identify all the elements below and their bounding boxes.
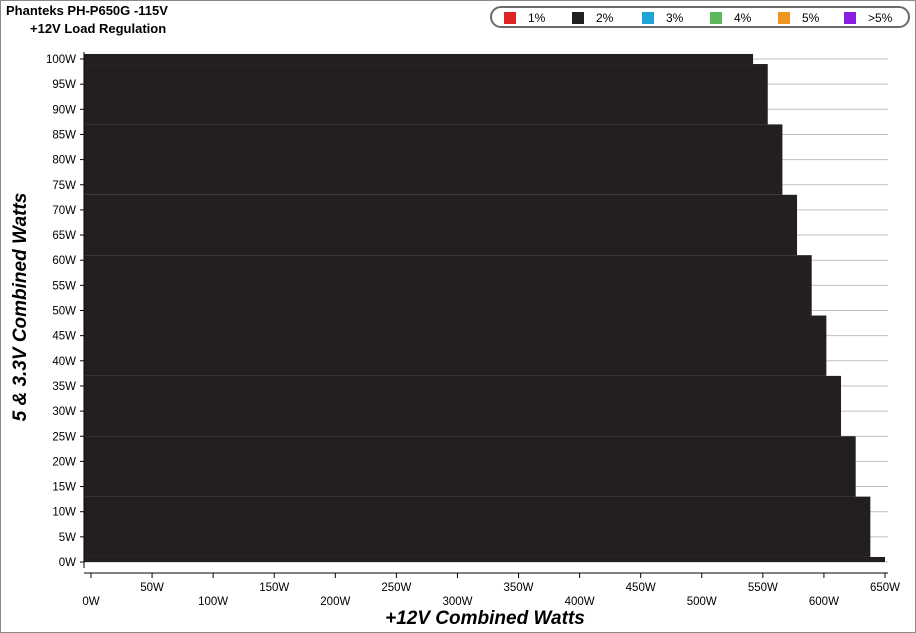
plot-area: 0W 5W 10W 15W 20W 25W 30W 35W 40W 45W 50W 55W 60W 65W… [46, 52, 900, 608]
x-tick-label: 150W [259, 582, 289, 594]
y-tick-label: 5W [59, 532, 76, 544]
data-step [84, 315, 827, 376]
y-tick-label: 30W [52, 406, 76, 418]
x-tick-label: 450W [626, 582, 656, 594]
x-tick-label: 100W [198, 596, 228, 608]
y-tick-label: 75W [52, 180, 76, 192]
y-tick-label: 80W [52, 155, 76, 167]
x-tick-label: 600W [809, 596, 839, 608]
y-tick-label: 95W [52, 79, 76, 91]
y-tick-label: 45W [52, 331, 76, 343]
y-tick-label: 20W [52, 456, 76, 468]
data-region [84, 53, 885, 562]
data-step [84, 124, 783, 195]
data-step [84, 255, 812, 316]
y-tick-label: 40W [52, 356, 76, 368]
x-tick-label: 350W [504, 582, 534, 594]
y-tick-label: 0W [59, 557, 76, 569]
x-tick-label: 50W [140, 582, 164, 594]
data-step [84, 556, 885, 562]
x-ticks: 0W 50W 100W 150W 200W 250W 300W 350W 400W 450W 500… [82, 582, 900, 608]
data-step [84, 496, 871, 557]
data-step [84, 436, 856, 497]
y-axis-label: 5 & 3.3V Combined Watts [10, 192, 31, 422]
data-step [84, 64, 768, 125]
x-tick-label: 250W [381, 582, 411, 594]
y-tick-label: 35W [52, 381, 76, 393]
x-tick-label: 500W [687, 596, 717, 608]
data-step [84, 53, 754, 65]
x-tick-label: 200W [320, 596, 350, 608]
y-tick-label: 55W [52, 280, 76, 292]
x-axis-label: +12V Combined Watts [385, 608, 585, 629]
y-tick-label: 85W [52, 129, 76, 141]
y-tick-label: 25W [52, 431, 76, 443]
x-tick-label: 400W [565, 596, 595, 608]
x-tick-label: 0W [82, 596, 99, 608]
y-ticks: 0W 5W 10W 15W 20W 25W 30W 35W 40W 45W 50W 55W 60W 65W… [46, 54, 76, 569]
y-tick-label: 10W [52, 507, 76, 519]
y-tick-label: 15W [52, 482, 76, 494]
y-tick-label: 100W [46, 54, 76, 66]
x-tick-label: 550W [748, 582, 778, 594]
data-step [84, 375, 842, 437]
y-tick-label: 90W [52, 104, 76, 116]
data-step [84, 194, 798, 256]
y-tick-label: 70W [52, 205, 76, 217]
y-tick-label: 65W [52, 230, 76, 242]
y-tick-label: 50W [52, 306, 76, 318]
x-tick-label: 650W [870, 582, 900, 594]
y-tick-label: 60W [52, 255, 76, 267]
x-tick-label: 300W [442, 596, 472, 608]
